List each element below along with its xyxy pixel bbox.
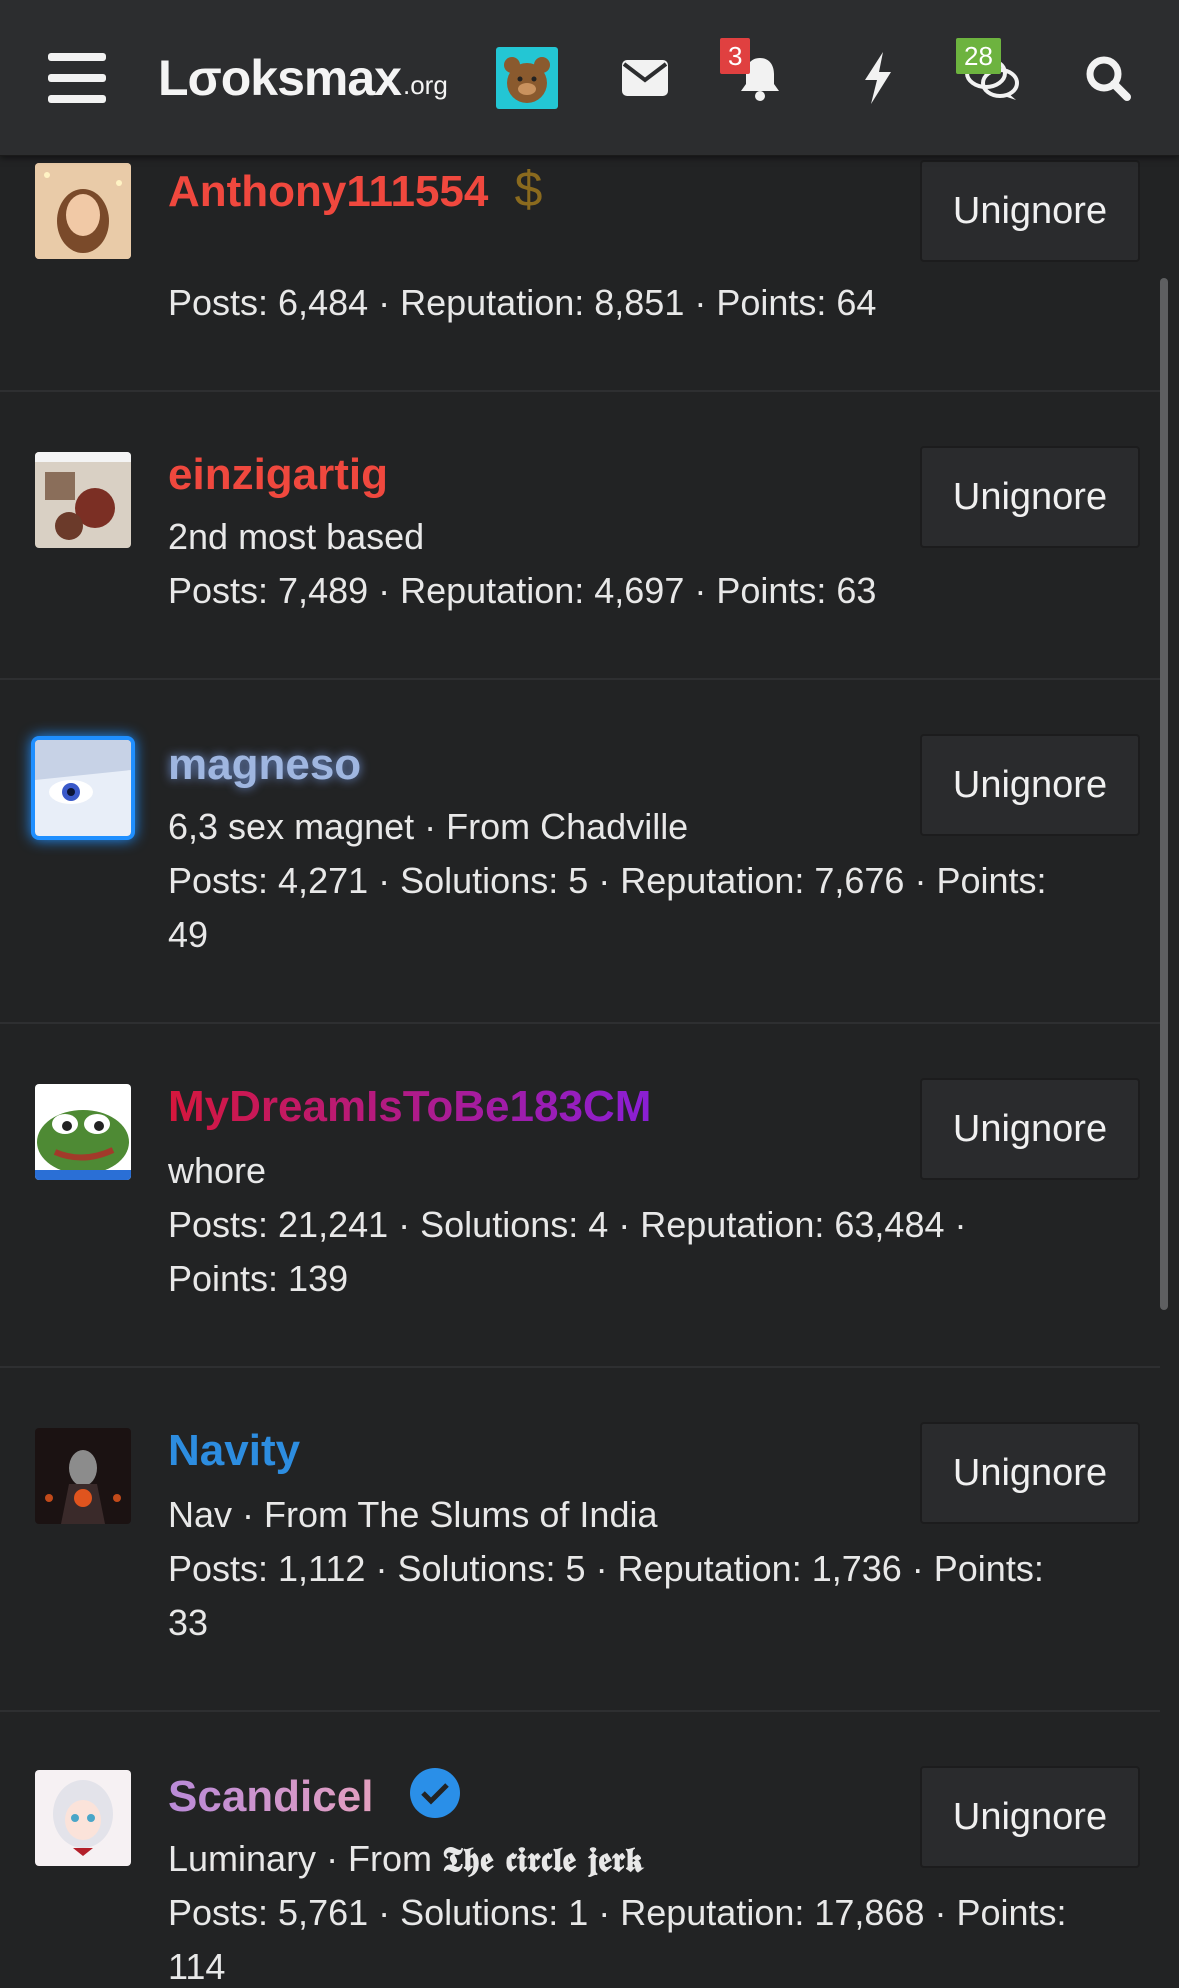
inbox-icon[interactable] (605, 0, 685, 155)
lightning-icon[interactable] (838, 0, 918, 155)
user-title: whore (168, 1150, 267, 1191)
logo-suffix: .org (402, 70, 448, 100)
search-icon[interactable] (1068, 0, 1148, 155)
unignore-button[interactable]: Unignore (920, 1422, 1140, 1524)
unignore-button[interactable]: Unignore (920, 1078, 1140, 1180)
user-stats-continued: 114 (168, 1946, 226, 1987)
user-title: 6,3 sex magnet · From Chadville (168, 806, 689, 847)
user-title: Nav · From The Slums of India (168, 1494, 658, 1535)
avatar[interactable] (35, 452, 131, 548)
logo-text: Lσoksmax (158, 49, 402, 106)
conversations-badge: 28 (956, 38, 1001, 74)
username[interactable]: Scandicel (168, 1772, 373, 1822)
list-item: MyDreamIsToBe183CM whore Posts: 21,241 ·… (0, 1022, 1160, 1368)
unignore-button[interactable]: Unignore (920, 446, 1140, 548)
user-stats: Posts: 1,112 · Solutions: 5 · Reputation… (168, 1548, 1044, 1589)
list-item: Scandicel Luminary · From 𝕿𝖍𝖊 𝖈𝖎𝖗𝖈𝖑𝖊 𝖏𝖊𝖗… (0, 1710, 1160, 1987)
user-location-fancy: 𝕿𝖍𝖊 𝖈𝖎𝖗𝖈𝖑𝖊 𝖏𝖊𝖗𝖐 (442, 1840, 644, 1880)
conversations-icon[interactable] (952, 0, 1032, 155)
scrollbar[interactable] (1160, 278, 1168, 1310)
user-title: Luminary · From 𝕿𝖍𝖊 𝖈𝖎𝖗𝖈𝖑𝖊 𝖏𝖊𝖗𝖐 (168, 1838, 644, 1880)
top-navigation-bar: Lσoksmax .org 3 28 (0, 0, 1179, 156)
user-stats-continued: 49 (168, 914, 209, 955)
username[interactable]: magneso (168, 740, 361, 790)
username[interactable]: MyDreamIsToBe183CM (168, 1082, 651, 1132)
avatar[interactable] (35, 1770, 131, 1866)
user-stats: Posts: 6,484 · Reputation: 8,851 · Point… (168, 282, 877, 323)
user-stats: Posts: 21,241 · Solutions: 4 · Reputatio… (168, 1204, 967, 1245)
verified-icon (410, 1768, 460, 1818)
menu-icon[interactable] (46, 0, 108, 155)
list-item: Anthony111554 $ Posts: 6,484 · Reputatio… (0, 120, 1160, 392)
user-avatar[interactable] (496, 0, 558, 155)
user-stats: Posts: 7,489 · Reputation: 4,697 · Point… (168, 570, 877, 611)
list-item: Navity Nav · From The Slums of India Pos… (0, 1366, 1160, 1712)
username-link[interactable]: Anthony111554 $ (168, 160, 542, 218)
avatar[interactable] (35, 1084, 131, 1180)
username[interactable]: Navity (168, 1426, 300, 1476)
user-stats-continued: 33 (168, 1602, 209, 1643)
dollar-icon: $ (514, 161, 543, 217)
unignore-button[interactable]: Unignore (920, 734, 1140, 836)
username-text: Scandicel (168, 1772, 374, 1821)
user-stats-continued: Points: 139 (168, 1258, 349, 1299)
avatar[interactable] (35, 1428, 131, 1524)
user-stats: Posts: 4,271 · Solutions: 5 · Reputation… (168, 860, 1047, 901)
username[interactable]: einzigartig (168, 450, 388, 500)
unignore-button[interactable]: Unignore (920, 1766, 1140, 1868)
user-title: 2nd most based (168, 516, 425, 557)
notifications-badge: 3 (720, 38, 751, 74)
unignore-button[interactable]: Unignore (920, 160, 1140, 262)
alerts-bell-icon[interactable] (720, 0, 800, 155)
username: Anthony111554 (168, 167, 489, 216)
avatar[interactable] (35, 740, 131, 836)
list-item: einzigartig 2nd most based Posts: 7,489 … (0, 390, 1160, 680)
avatar[interactable] (35, 163, 131, 259)
user-stats: Posts: 5,761 · Solutions: 1 · Reputation… (168, 1892, 1067, 1933)
site-logo[interactable]: Lσoksmax .org (158, 0, 448, 155)
user-title-prefix: Luminary · From (168, 1838, 443, 1879)
list-item: magneso 6,3 sex magnet · From Chadville … (0, 678, 1160, 1024)
